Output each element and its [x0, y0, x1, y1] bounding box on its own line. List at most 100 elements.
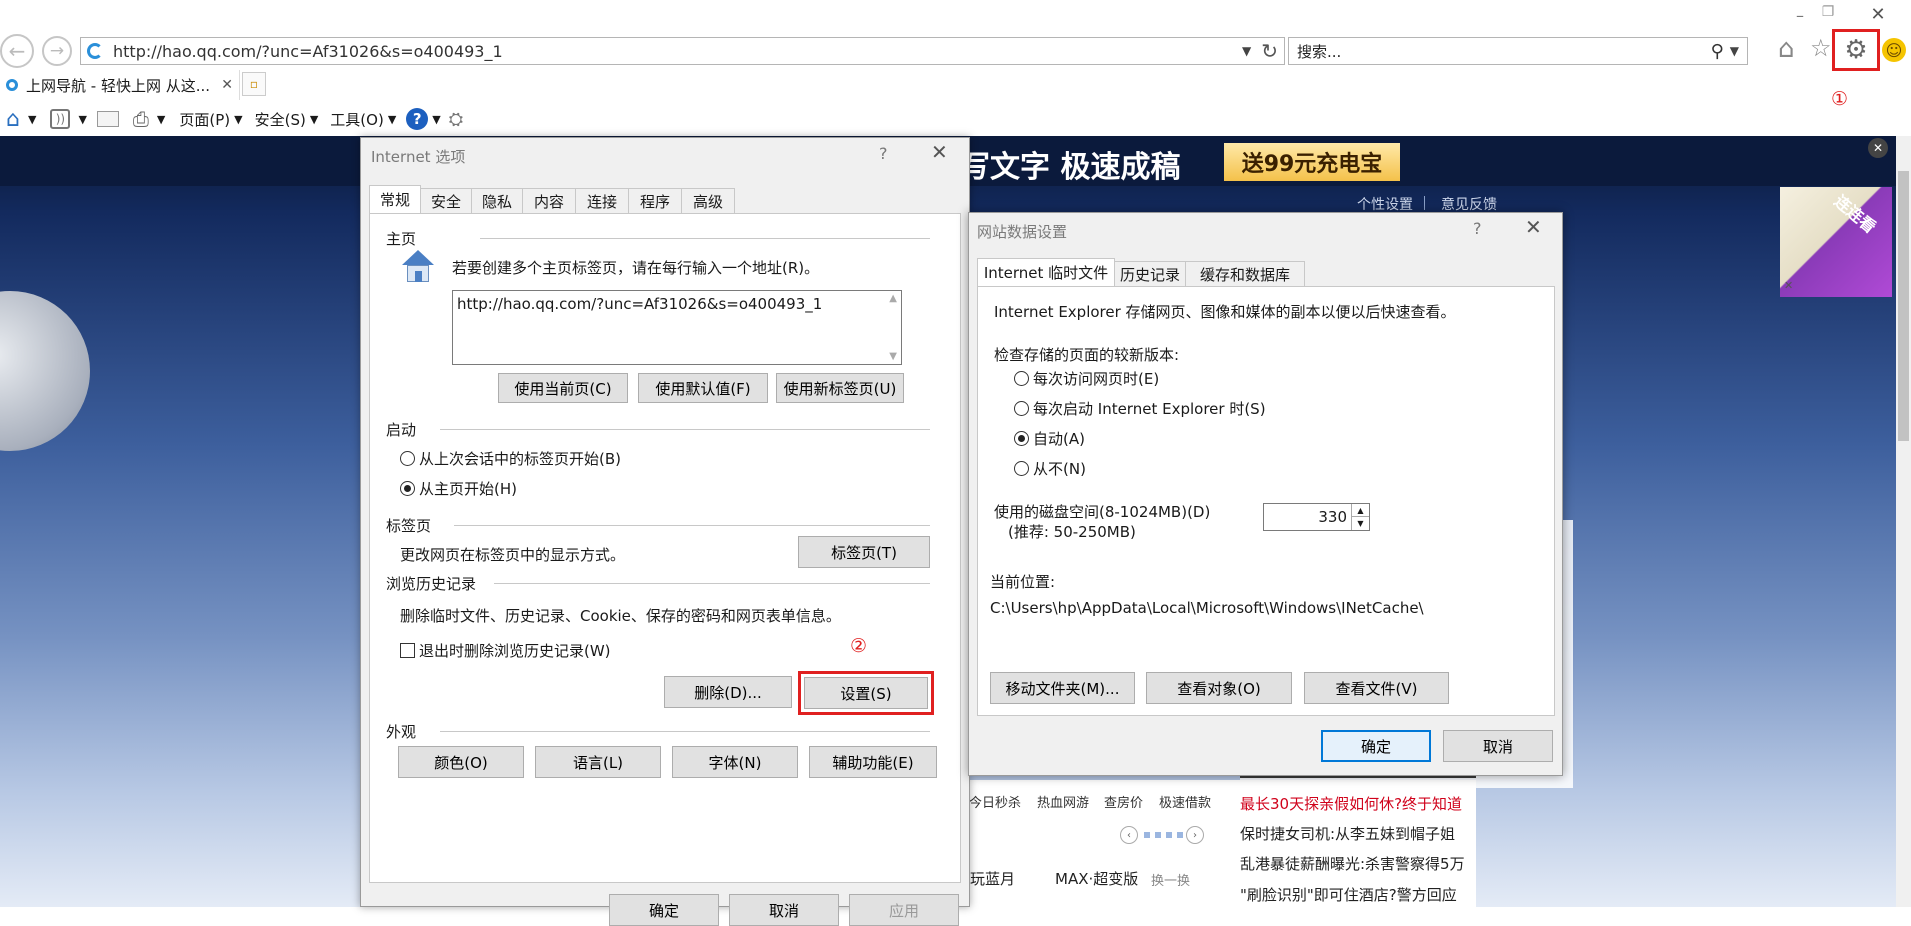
personal-settings-link[interactable]: 个性设置: [1357, 194, 1413, 214]
page-scrollbar[interactable]: [1896, 136, 1911, 907]
nav-tab-0[interactable]: 今日秒杀: [969, 792, 1021, 811]
textarea-scroll-down-icon[interactable]: ▼: [889, 351, 897, 362]
ad-close-icon[interactable]: ✕: [1868, 138, 1888, 158]
radio-never[interactable]: [1014, 461, 1029, 476]
dialog-help-button[interactable]: ?: [879, 144, 888, 163]
radio-home[interactable]: [400, 481, 415, 496]
disk-space-value[interactable]: 330: [1318, 508, 1347, 526]
options-cancel-button[interactable]: 取消: [729, 894, 839, 926]
wd-help-button[interactable]: ?: [1473, 219, 1482, 238]
help-dropdown-icon[interactable]: ▼: [432, 113, 440, 126]
new-tab-button[interactable]: ▫: [242, 72, 266, 96]
option-every-visit[interactable]: 每次访问网页时(E): [1014, 368, 1159, 389]
tab-security[interactable]: 安全: [420, 188, 472, 213]
view-objects-button[interactable]: 查看对象(O): [1146, 672, 1292, 704]
stepper-down-icon[interactable]: ▼: [1351, 517, 1369, 530]
news-item-2[interactable]: 乱港暴徒薪酬曝光:杀害警察得5万: [1240, 853, 1465, 874]
home-cmd-icon[interactable]: ⌂: [6, 107, 20, 132]
options-apply-button[interactable]: 应用: [849, 894, 959, 926]
browser-tab[interactable]: 上网导航 - 轻快上网 从这... ✕: [0, 70, 240, 100]
use-current-button[interactable]: 使用当前页(C): [498, 373, 628, 403]
favorites-star-icon[interactable]: ☆: [1810, 34, 1832, 62]
delete-on-exit-option[interactable]: 退出时删除浏览历史记录(W): [400, 640, 611, 661]
minimize-button[interactable]: –: [1790, 6, 1810, 26]
radio-last-session[interactable]: [400, 451, 415, 466]
use-default-button[interactable]: 使用默认值(F): [638, 373, 768, 403]
ad-card-close-icon[interactable]: ✕: [1784, 279, 1793, 292]
search-box[interactable]: 搜索... ⚲ ▼: [1288, 37, 1748, 65]
tab-history[interactable]: 历史记录: [1114, 261, 1186, 286]
wd-cancel-button[interactable]: 取消: [1443, 730, 1553, 762]
search-input[interactable]: 搜索...: [1289, 41, 1711, 62]
movie-item-1[interactable]: MAX·超变版: [1055, 868, 1138, 889]
carousel-prev-button[interactable]: ‹: [1120, 826, 1138, 844]
search-icon[interactable]: ⚲: [1711, 41, 1724, 62]
radio-every-visit[interactable]: [1014, 371, 1029, 386]
startup-option-home[interactable]: 从主页开始(H): [400, 478, 517, 499]
address-text[interactable]: http://hao.qq.com/?unc=Af31026&s=o400493…: [113, 42, 1242, 61]
back-button[interactable]: ←: [0, 34, 34, 68]
homepage-url-textarea[interactable]: http://hao.qq.com/?unc=Af31026&s=o400493…: [452, 290, 902, 365]
home-icon[interactable]: ⌂: [1778, 34, 1795, 64]
rss-feed-icon[interactable]: )): [50, 109, 71, 129]
refresh-icon[interactable]: ↻: [1261, 39, 1278, 63]
news-item-0[interactable]: 最长30天探亲假如何休?终于知道: [1240, 793, 1462, 814]
wd-ok-button[interactable]: 确定: [1321, 730, 1431, 762]
radio-every-start[interactable]: [1014, 401, 1029, 416]
nav-tab-2[interactable]: 查房价: [1104, 792, 1143, 811]
view-files-button[interactable]: 查看文件(V): [1304, 672, 1449, 704]
scrollbar-thumb[interactable]: [1898, 171, 1909, 441]
startup-option-last-session[interactable]: 从上次会话中的标签页开始(B): [400, 448, 621, 469]
forward-button[interactable]: →: [42, 36, 72, 66]
menu-safety[interactable]: 安全(S): [255, 109, 306, 130]
movie-item-0[interactable]: 玩蓝月: [970, 868, 1015, 889]
option-automatic[interactable]: 自动(A): [1014, 428, 1085, 449]
tab-cache-db[interactable]: 缓存和数据库: [1185, 261, 1305, 286]
menu-tools[interactable]: 工具(O): [330, 109, 384, 130]
options-ok-button[interactable]: 确定: [609, 894, 719, 926]
option-every-start[interactable]: 每次启动 Internet Explorer 时(S): [1014, 398, 1266, 419]
search-dropdown-icon[interactable]: ▼: [1730, 44, 1739, 58]
tools-dropdown-icon[interactable]: ▼: [388, 113, 396, 126]
news-item-3[interactable]: "刷脸识别"即可住酒店?警方回应: [1240, 884, 1457, 905]
close-window-button[interactable]: ✕: [1864, 4, 1892, 26]
rss-dropdown-icon[interactable]: ▼: [78, 113, 86, 126]
safety-dropdown-icon[interactable]: ▼: [310, 113, 318, 126]
address-dropdown-icon[interactable]: ▼: [1242, 44, 1251, 58]
history-settings-button[interactable]: 设置(S): [804, 677, 928, 709]
colors-button[interactable]: 颜色(O): [398, 746, 524, 778]
languages-button[interactable]: 语言(L): [535, 746, 661, 778]
smiley-feedback-icon[interactable]: ☺: [1882, 38, 1906, 62]
game-ad-card[interactable]: 连连看 ✕: [1780, 187, 1892, 297]
option-never[interactable]: 从不(N): [1014, 458, 1086, 479]
research-icon[interactable]: ⛭: [449, 109, 463, 130]
tab-general[interactable]: 常规: [369, 185, 421, 213]
disk-space-stepper[interactable]: 330 ▲ ▼: [1263, 503, 1370, 531]
page-dropdown-icon[interactable]: ▼: [234, 113, 242, 126]
restore-button[interactable]: ❐: [1810, 4, 1846, 26]
tools-gear-button[interactable]: ⚙: [1832, 29, 1880, 71]
dialog-close-button[interactable]: ✕: [931, 140, 948, 164]
tab-close-icon[interactable]: ✕: [221, 77, 233, 93]
home-dropdown-icon[interactable]: ▼: [28, 113, 36, 126]
tab-connections[interactable]: 连接: [575, 188, 629, 213]
promo-banner[interactable]: 送99元充电宝: [1224, 143, 1400, 181]
feedback-link[interactable]: 意见反馈: [1441, 194, 1497, 214]
nav-tab-3[interactable]: 极速借款: [1159, 792, 1211, 811]
homepage-url-text[interactable]: http://hao.qq.com/?unc=Af31026&s=o400493…: [457, 295, 822, 313]
print-icon[interactable]: ⎙: [133, 107, 149, 131]
accessibility-button[interactable]: 辅助功能(E): [809, 746, 937, 778]
delete-history-button[interactable]: 删除(D)...: [664, 676, 792, 708]
address-bar[interactable]: http://hao.qq.com/?unc=Af31026&s=o400493…: [80, 37, 1285, 65]
move-folder-button[interactable]: 移动文件夹(M)...: [990, 672, 1135, 704]
tab-advanced[interactable]: 高级: [681, 188, 735, 213]
delete-on-exit-checkbox[interactable]: [400, 643, 415, 658]
menu-page[interactable]: 页面(P): [179, 109, 230, 130]
use-new-tab-button[interactable]: 使用新标签页(U): [776, 373, 904, 403]
mail-icon[interactable]: [96, 111, 119, 127]
help-icon[interactable]: ?: [406, 108, 429, 130]
stepper-up-icon[interactable]: ▲: [1351, 504, 1369, 517]
print-dropdown-icon[interactable]: ▼: [157, 113, 165, 126]
tab-programs[interactable]: 程序: [628, 188, 682, 213]
carousel-next-button[interactable]: ›: [1186, 826, 1204, 844]
